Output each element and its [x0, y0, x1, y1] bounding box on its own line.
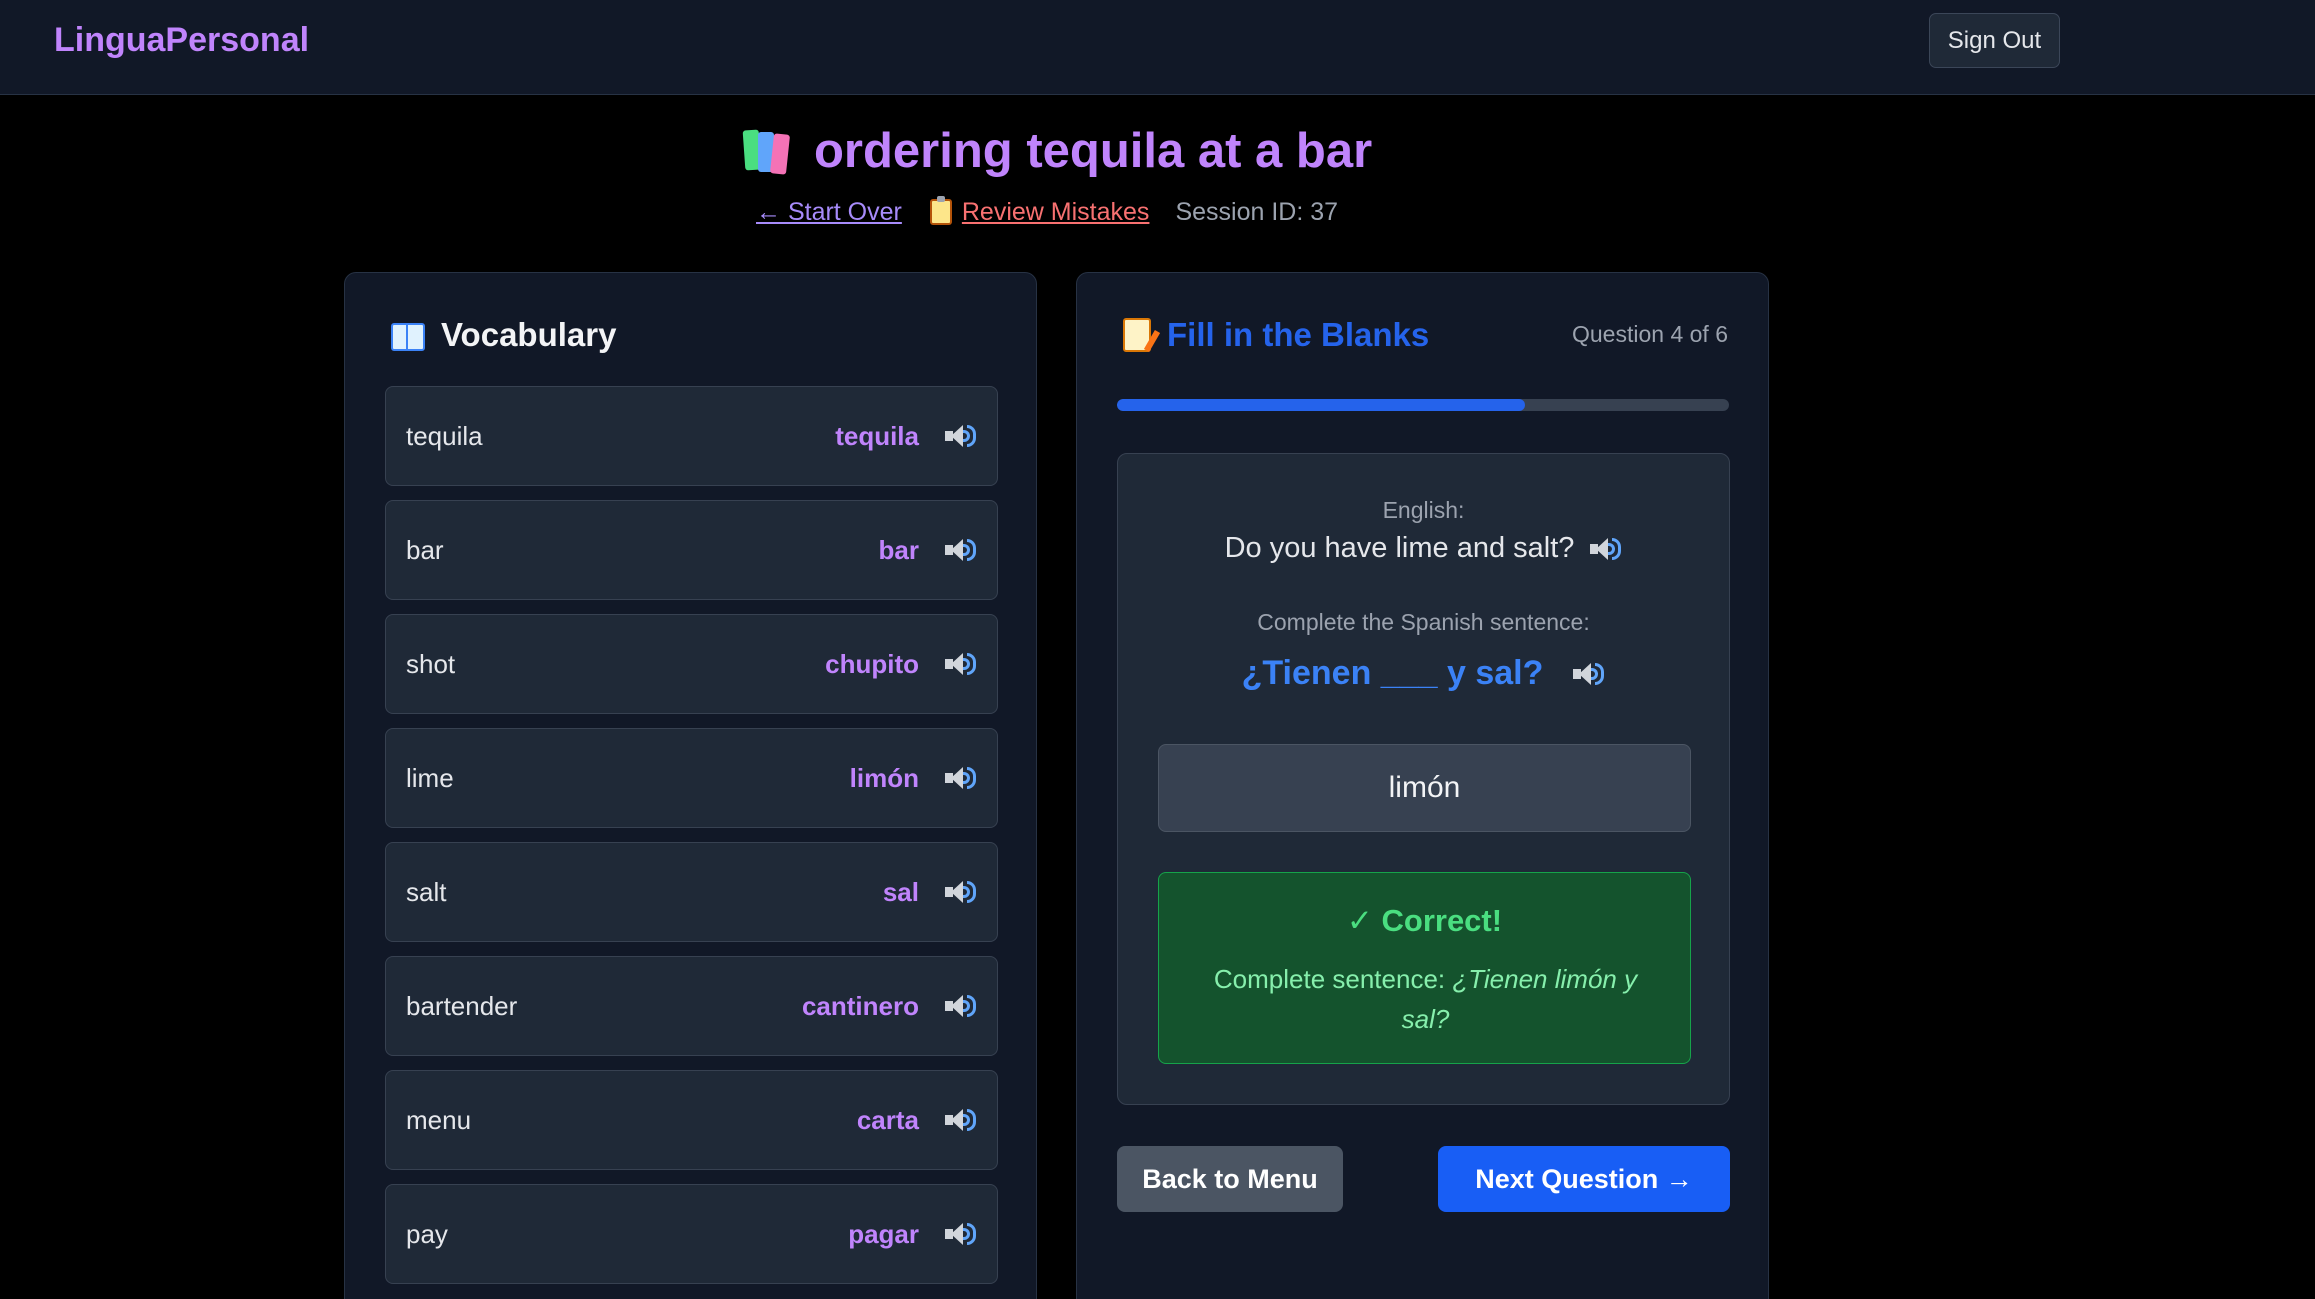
- feedback-title: ✓ Correct!: [1346, 903, 1503, 938]
- vocab-english: tequila: [406, 420, 483, 451]
- question-card: English: Do you have lime and salt? Comp…: [1117, 453, 1730, 1105]
- back-to-menu-button[interactable]: Back to Menu: [1117, 1146, 1343, 1212]
- sign-out-button[interactable]: Sign Out: [1929, 13, 2060, 68]
- page-title: ordering tequila at a bar: [740, 120, 1372, 182]
- clipboard-icon: [929, 196, 952, 225]
- vocab-spanish: limón: [849, 762, 919, 793]
- review-mistakes-link[interactable]: Review Mistakes: [929, 196, 1150, 227]
- vocab-item: salt sal: [385, 842, 998, 942]
- feedback-text: Complete sentence: ¿Tienen limón y sal?: [1199, 959, 1652, 1039]
- speaker-icon[interactable]: [945, 537, 977, 563]
- vocab-spanish: tequila: [835, 420, 919, 451]
- feedback-box: ✓ Correct! Complete sentence: ¿Tienen li…: [1158, 872, 1691, 1064]
- open-book-icon: [391, 321, 425, 351]
- top-navbar: LinguaPersonal Sign Out: [0, 0, 2315, 95]
- vocab-item: tequila tequila: [385, 386, 998, 486]
- speaker-icon[interactable]: [945, 423, 977, 449]
- speaker-icon[interactable]: [945, 993, 977, 1019]
- lesson-title: ordering tequila at a bar: [814, 124, 1373, 178]
- vocabulary-heading-text: Vocabulary: [441, 316, 617, 353]
- vocab-item: pay pagar: [385, 1184, 998, 1284]
- english-sentence-row: Do you have lime and salt?: [1118, 532, 1729, 565]
- next-question-button[interactable]: Next Question →: [1438, 1146, 1730, 1212]
- brand-logo[interactable]: LinguaPersonal: [54, 20, 309, 60]
- review-mistakes-label: Review Mistakes: [961, 197, 1150, 226]
- lesson-subnav: ← Start Over Review Mistakes Session ID:…: [756, 196, 1338, 228]
- spanish-sentence: ¿Tienen ___ y sal?: [1241, 654, 1544, 692]
- books-icon: [740, 126, 792, 176]
- session-id: Session ID: 37: [1175, 197, 1339, 226]
- progress-bar: [1117, 399, 1729, 411]
- vocab-english: menu: [406, 1104, 472, 1135]
- vocab-spanish: cantinero: [801, 990, 919, 1021]
- answer-input[interactable]: [1158, 744, 1691, 832]
- vocab-english: shot: [406, 648, 456, 679]
- vocab-item: bar bar: [385, 500, 998, 600]
- vocab-spanish: pagar: [848, 1218, 919, 1249]
- english-sentence: Do you have lime and salt?: [1224, 532, 1575, 564]
- question-counter: Question 4 of 6: [1572, 321, 1728, 347]
- speaker-icon[interactable]: [945, 765, 977, 791]
- vocab-english: pay: [406, 1218, 448, 1249]
- speaker-icon[interactable]: [1590, 536, 1622, 562]
- speaker-icon[interactable]: [945, 1107, 977, 1133]
- vocabulary-heading: Vocabulary: [391, 315, 616, 355]
- speaker-icon[interactable]: [1573, 661, 1605, 687]
- english-label: English:: [1382, 497, 1465, 523]
- speaker-icon[interactable]: [945, 879, 977, 905]
- exercise-heading-text: Fill in the Blanks: [1167, 316, 1430, 353]
- vocab-english: bar: [406, 534, 444, 565]
- vocab-item: lime limón: [385, 728, 998, 828]
- feedback-prefix: Complete sentence:: [1213, 964, 1453, 994]
- vocabulary-panel: Vocabulary tequila tequila bar bar shot chupi…: [344, 272, 1037, 1299]
- spanish-label: Complete the Spanish sentence:: [1257, 609, 1590, 635]
- vocab-spanish: carta: [856, 1104, 919, 1135]
- vocab-english: salt: [406, 876, 447, 907]
- vocab-english: lime: [406, 762, 454, 793]
- vocab-spanish: bar: [878, 534, 919, 565]
- vocab-item: shot chupito: [385, 614, 998, 714]
- speaker-icon[interactable]: [945, 651, 977, 677]
- exercise-heading: Fill in the Blanks: [1123, 315, 1429, 355]
- fill-in-blanks-panel: Fill in the Blanks Question 4 of 6 Engli…: [1076, 272, 1769, 1299]
- vocab-spanish: chupito: [825, 648, 919, 679]
- memo-icon: [1123, 318, 1151, 352]
- spanish-sentence-row: ¿Tienen ___ y sal?: [1118, 654, 1729, 693]
- vocab-english: bartender: [406, 990, 518, 1021]
- start-over-link[interactable]: ← Start Over: [756, 198, 902, 227]
- progress-bar-fill: [1117, 399, 1526, 411]
- speaker-icon[interactable]: [945, 1221, 977, 1247]
- vocab-spanish: sal: [882, 876, 919, 907]
- vocab-item: menu carta: [385, 1070, 998, 1170]
- vocabulary-list: tequila tequila bar bar shot chupito lime limón…: [385, 386, 998, 1298]
- vocab-item: bartender cantinero: [385, 956, 998, 1056]
